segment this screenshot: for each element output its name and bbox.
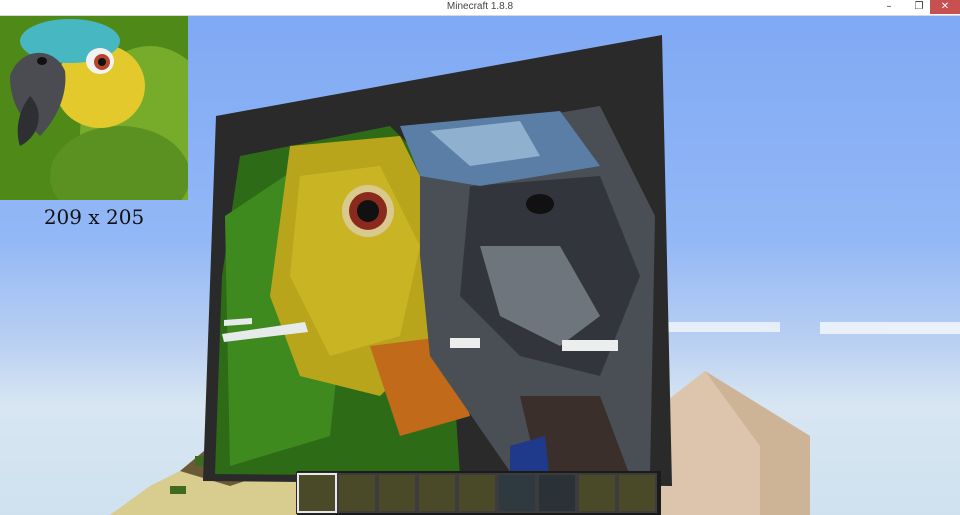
hotbar-slot-6[interactable]	[497, 473, 537, 513]
hotbar-slot-3[interactable]	[377, 473, 417, 513]
game-viewport[interactable]: 209 x 205	[0, 16, 960, 515]
minimize-button[interactable]: –	[876, 0, 902, 14]
hotbar-slot-4[interactable]	[417, 473, 457, 513]
reference-size-label: 209 x 205	[43, 205, 145, 229]
hotbar-slot-9[interactable]	[617, 473, 657, 513]
window-titlebar: Minecraft 1.8.8 – ❐ ✕	[0, 0, 960, 16]
hotbar-slot-2[interactable]	[337, 473, 377, 513]
reference-image	[0, 16, 188, 200]
clouds	[660, 322, 960, 334]
window-title: Minecraft 1.8.8	[446, 1, 514, 12]
close-button[interactable]: ✕	[930, 0, 960, 14]
parrot-pixel-art	[215, 106, 655, 486]
parrot-photo-icon	[0, 16, 188, 200]
hotbar-slot-7[interactable]	[537, 473, 577, 513]
hotbar-slot-8[interactable]	[577, 473, 617, 513]
hotbar-slot-5[interactable]	[457, 473, 497, 513]
sandstone-block	[660, 371, 810, 515]
maximize-button[interactable]: ❐	[906, 0, 932, 14]
hotbar	[296, 471, 661, 515]
hotbar-slot-1[interactable]	[296, 472, 338, 514]
